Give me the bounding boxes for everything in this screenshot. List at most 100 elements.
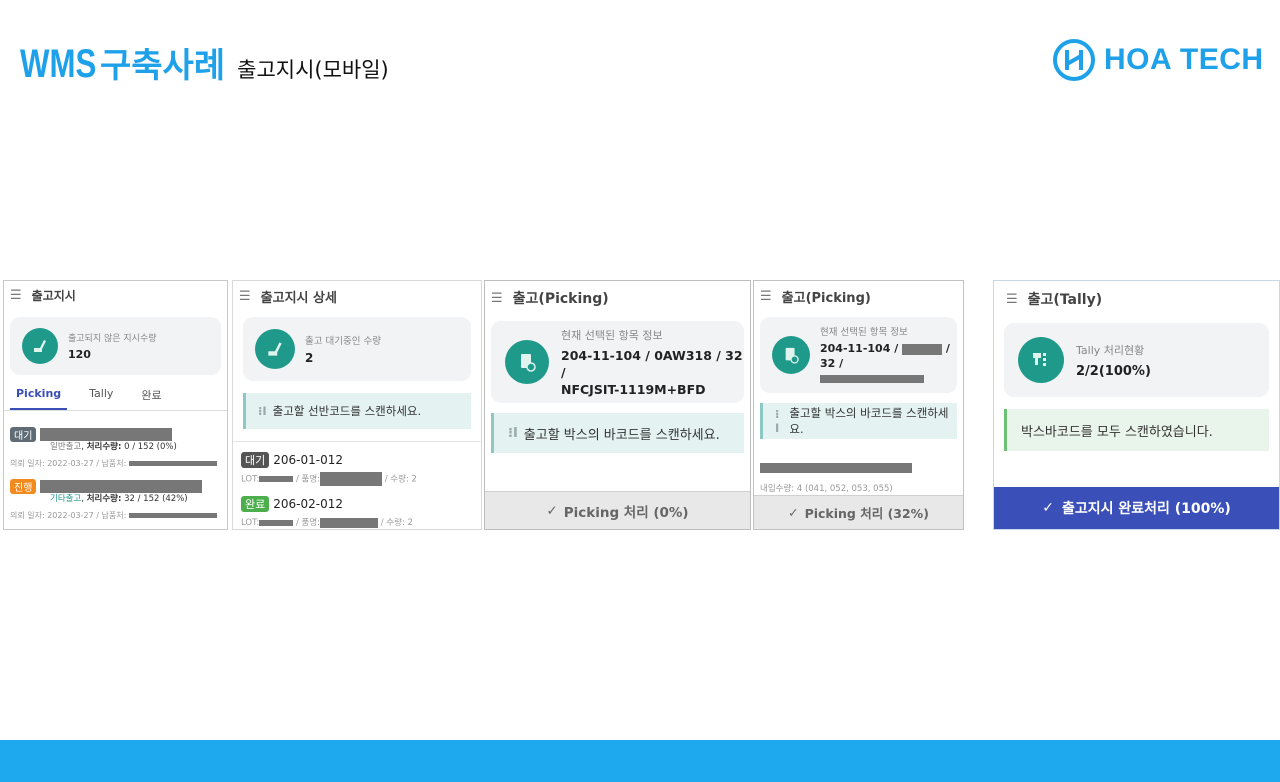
screen-tally: ☰ 출고(Tally) Tally 처리현황 2/2(100%) 박스바코드를 … [993,280,1280,530]
notice-text: 출고할 선반코드를 스캔하세요. [272,404,422,418]
status-badge: 완료 [241,496,270,512]
hamburger-menu-icon[interactable]: ☰ [760,289,772,304]
footer-bar [0,740,1280,782]
picking-process-button[interactable]: ✓ Picking 처리 (32%) [754,495,963,529]
redacted-text [259,476,294,482]
summary-card: 출고 대기중인 수량 2 [243,317,471,381]
redacted-text [259,519,294,526]
barcode-icon: ⁝Ⅰ [775,407,780,435]
order-type: 일반출고 [50,442,82,452]
item-label: / 품명: [295,474,321,485]
item-label: / 품명: [295,518,321,528]
redacted-text [320,472,383,486]
status-badge: 대기 [241,452,270,468]
check-icon: ✓ [546,502,558,519]
scan-instruction: ⁝Ⅰ 출고할 선반코드를 스캔하세요. [243,393,471,429]
complete-order-button[interactable]: ✓ 출고지시 완료처리 (100%) [994,487,1279,529]
selected-item-prefix: 204-11-104 / [820,342,899,355]
request-date: 의뢰 일자: 2022-03-27 / 납품처: [10,459,127,468]
slide: WMS 구축사례 출고지시(모바일) HOA TECH ☰ 출고지시 출고되지 … [0,0,1280,782]
redacted-text [320,517,379,528]
check-icon: ✓ [1042,500,1054,516]
notice-text: 출고할 박스의 바코드를 스캔하세요. [523,427,720,443]
button-label: 출고지시 완료처리 (100%) [1061,501,1231,517]
screen-title: 출고지시 상세 [260,290,337,306]
screen-title: 출고지시 [31,288,76,303]
brand-logo: HOA TECH [1052,38,1264,82]
summary-value: 120 [68,348,91,361]
screen-header: ☰ 출고지시 상세 [233,281,481,311]
tally-status-label: Tally 처리현황 [1076,343,1145,357]
qty-label: 처리수량: [86,494,122,504]
selected-item-card: 현재 선택된 항목 정보 204-11-104 / / 32 / [760,317,957,393]
screen-shipping-order-detail: ☰ 출고지시 상세 출고 대기중인 수량 2 ⁝Ⅰ 출고할 선반코드를 스캔하세… [232,280,482,530]
screen-header: ☰ 출고(Tally) [994,281,1279,317]
tab-complete[interactable]: 완료 [135,387,167,410]
selected-item-line1: 204-11-104 / 0AW318 / 32 / [561,347,743,380]
inbound-qty: 내입수량: 4 (041, 052, 053, 055) [760,484,893,494]
tab-bar: Picking Tally 완료 [4,387,227,411]
summary-card: 출고되지 않은 지시수량 120 [10,317,221,375]
order-type: 기타출고 [50,494,82,504]
status-badge: 대기 [10,427,37,442]
selected-item-line2: NFCJSIT-1119M+BFD [561,381,706,397]
scan-instruction: ⁝Ⅰ 출고할 박스의 바코드를 스캔하세요. [491,413,744,453]
redacted-text [820,375,924,383]
list-item[interactable]: 완료 206-02-012 LOT: / 품명: / 수량: 2 [233,496,481,528]
barcode-icon: ⁝Ⅰ [508,425,518,441]
check-icon: ✓ [788,505,799,520]
screen-picking: ☰ 출고(Picking) 현재 선택된 항목 정보 204-11-104 / … [484,280,751,530]
redacted-text [128,461,217,466]
title-ko: 구축사례 [100,46,226,86]
redacted-text [128,513,217,518]
scan-instruction: ⁝Ⅰ 출고할 박스의 바코드를 스캔하세요. [760,403,957,439]
list-item[interactable]: 대기 일반출고, 처리수량: 0 / 152 (0%) 의뢰 일자: 2022-… [4,427,227,469]
screen-picking-progress: ☰ 출고(Picking) 현재 선택된 항목 정보 204-11-104 / … [753,280,964,530]
lot-label: LOT: [241,518,260,528]
status-badge: 진행 [10,479,37,494]
summary-label: 출고되지 않은 지시수량 [68,334,157,344]
selected-item-value: 204-11-104 / / 32 / [820,341,957,386]
tally-icon [1018,337,1064,383]
divider [233,441,481,442]
screen-title: 출고(Picking) [512,291,609,307]
request-date: 의뢰 일자: 2022-03-27 / 납품처: [10,511,127,520]
barcode-icon: ⁝Ⅰ [258,404,267,418]
brand-name: HOA TECH [1104,43,1264,76]
list-item[interactable]: 대기 206-01-012 LOT: / 품명: / 수량: 2 [233,452,481,486]
selected-item-card: 현재 선택된 항목 정보 204-11-104 / 0AW318 / 32 / … [491,321,744,403]
qty-label: / 수량: 2 [380,518,413,528]
scan-complete-message: 박스바코드를 모두 스캔하였습니다. [1004,409,1269,451]
screen-header: ☰ 출고(Picking) [485,281,750,315]
hamburger-menu-icon[interactable]: ☰ [239,289,251,304]
summary-label: 출고 대기중인 수량 [305,336,381,347]
list-item[interactable]: 내입수량: 4 (041, 052, 053, 055) [754,457,963,494]
hamburger-menu-icon[interactable]: ☰ [491,291,503,306]
qty-value: 0 / 152 (0%) [124,442,177,452]
tally-status-card: Tally 처리현황 2/2(100%) [1004,323,1269,397]
summary-value: 2 [305,351,314,365]
shelf-code: 206-01-012 [273,453,343,467]
page-subtitle: 출고지시(모바일) [237,58,389,82]
truck-loading-icon [255,329,295,369]
screen-title: 출고(Picking) [781,290,871,306]
document-info-icon [772,336,810,374]
notice-text: 출고할 박스의 바코드를 스캔하세요. [789,406,949,436]
selected-item-value: 204-11-104 / 0AW318 / 32 / NFCJSIT-1119M… [561,347,744,398]
hamburger-menu-icon[interactable]: ☰ [10,288,22,303]
qty-label: / 수량: 2 [384,474,417,485]
tab-tally[interactable]: Tally [83,387,119,410]
tab-picking[interactable]: Picking [10,387,68,410]
screen-title: 출고(Tally) [1027,292,1103,308]
truck-loading-icon [22,328,58,364]
redacted-text [902,343,943,355]
screen-header: ☰ 출고(Picking) [754,281,963,311]
document-info-icon [505,340,549,384]
picking-process-button[interactable]: ✓ Picking 처리 (0%) [485,491,750,529]
hamburger-menu-icon[interactable]: ☰ [1006,292,1018,307]
screen-header: ☰ 출고지시 [4,281,227,309]
button-label: Picking 처리 (32%) [804,506,929,521]
list-item[interactable]: 진행 기타출고, 처리수량: 32 / 152 (42%) 의뢰 일자: 202… [4,479,227,521]
shelf-code: 206-02-012 [273,497,343,511]
title-en: WMS [20,42,97,86]
